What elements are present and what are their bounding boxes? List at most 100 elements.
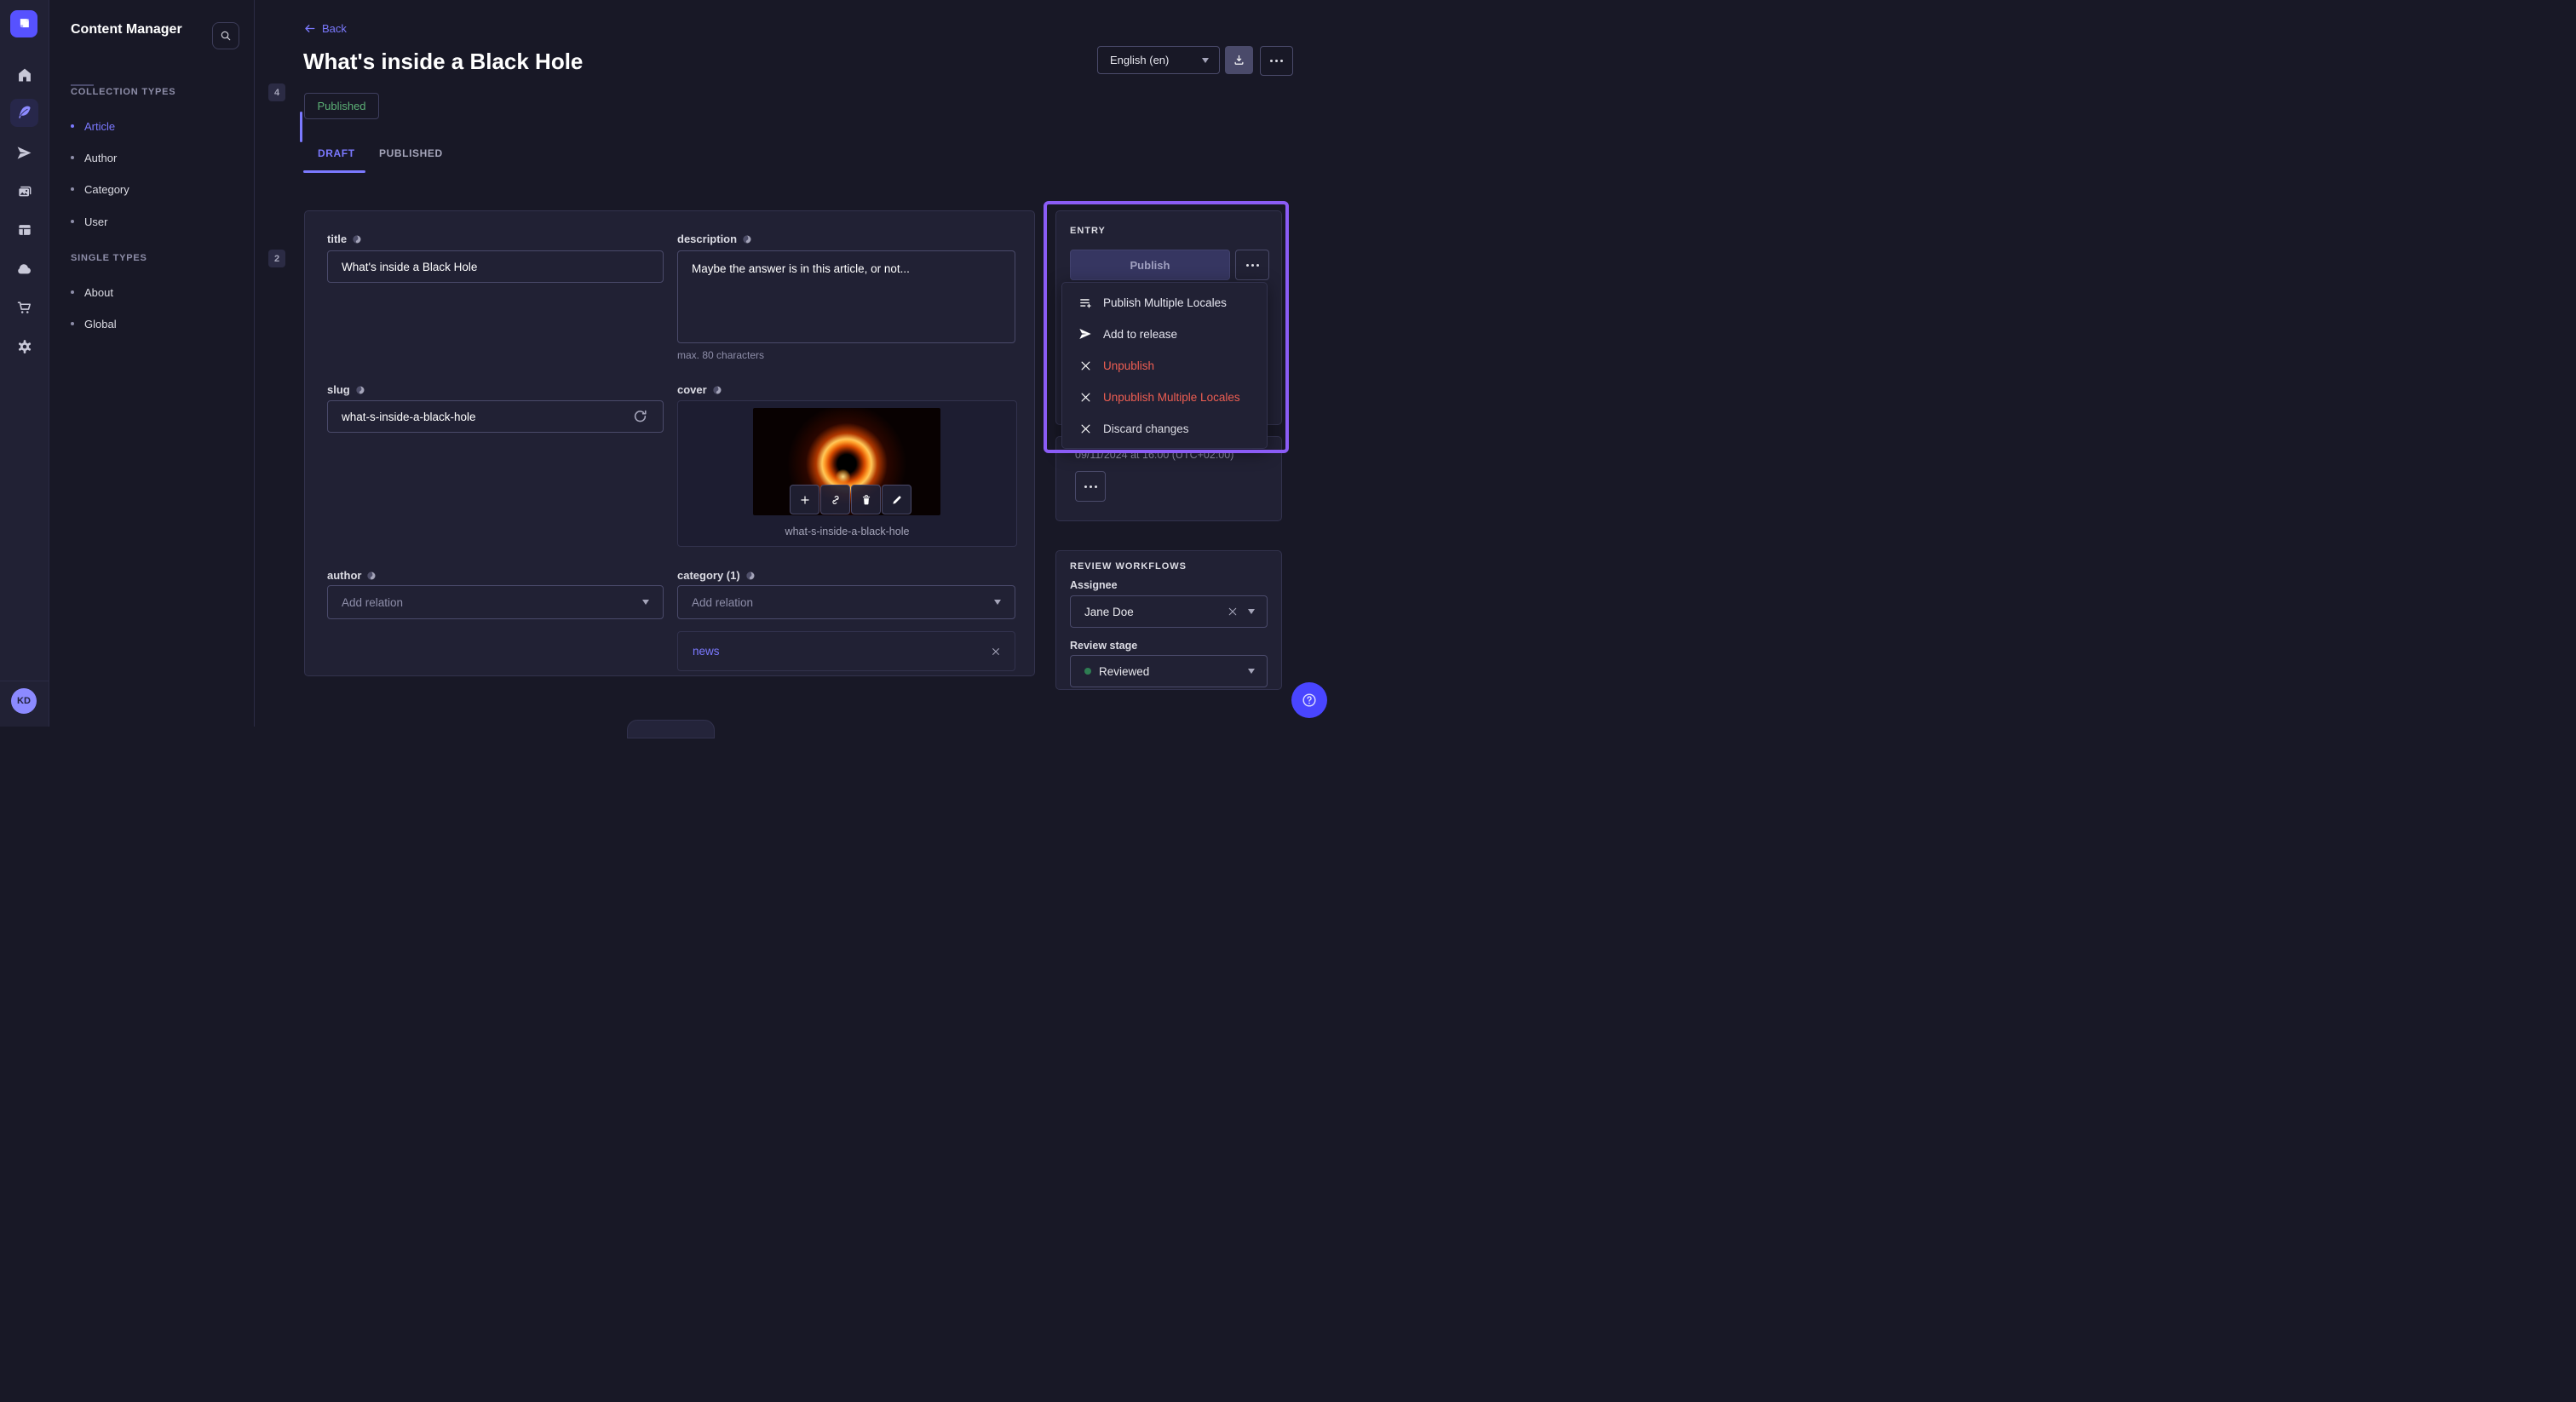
releases-icon[interactable] <box>0 138 49 167</box>
question-mark-icon <box>1301 692 1318 709</box>
author-relation-select[interactable]: Add relation <box>327 585 664 619</box>
x-icon <box>1078 421 1093 436</box>
regenerate-slug-button[interactable] <box>633 409 648 424</box>
content-manager-nav-active[interactable] <box>10 99 38 127</box>
release-date: 09/11/2024 at 16:00 (UTC+02:00) <box>1075 449 1233 461</box>
tab-published[interactable]: PUBLISHED <box>379 147 443 159</box>
menu-item-unpublish[interactable]: Unpublish <box>1062 350 1267 382</box>
content-type-builder-icon[interactable] <box>0 215 49 244</box>
category-field-label: category (1) <box>677 569 756 582</box>
edit-media-button[interactable] <box>882 485 911 514</box>
delete-media-button[interactable] <box>851 485 881 514</box>
user-avatar[interactable]: KD <box>11 688 37 714</box>
menu-item-discard-changes[interactable]: Discard changes <box>1062 413 1267 445</box>
publish-button[interactable]: Publish <box>1070 250 1230 280</box>
x-icon <box>1078 358 1093 373</box>
chevron-down-icon <box>642 600 649 605</box>
title-field-label: title <box>327 233 362 245</box>
floating-toolbar-pill[interactable] <box>627 720 715 738</box>
paper-plane-icon <box>1078 326 1093 342</box>
pencil-icon <box>891 494 903 506</box>
ellipsis-icon <box>1270 60 1283 62</box>
sidebar-item-global[interactable]: Global <box>71 314 238 333</box>
menu-item-add-to-release[interactable]: Add to release <box>1062 319 1267 350</box>
refresh-icon <box>633 409 647 423</box>
back-link[interactable]: Back <box>303 22 347 35</box>
page-title: What's inside a Black Hole <box>303 49 583 75</box>
relation-news-link[interactable]: news <box>693 645 720 658</box>
bullet-icon <box>71 187 74 191</box>
category-relation-select[interactable]: Add relation <box>677 585 1015 619</box>
trash-icon <box>860 494 872 506</box>
review-stage-select[interactable]: Reviewed <box>1070 655 1268 687</box>
bullet-icon <box>71 156 74 159</box>
bullet-icon <box>71 322 74 325</box>
collection-types-count: 4 <box>268 83 285 101</box>
sidebar-item-user[interactable]: User <box>71 212 238 231</box>
entry-more-button[interactable] <box>1235 250 1269 280</box>
sidebar-search-button[interactable] <box>212 22 239 49</box>
sidebar-item-article[interactable]: Article <box>71 117 238 135</box>
tab-draft[interactable]: DRAFT <box>318 147 355 159</box>
menu-item-publish-multiple-locales[interactable]: Publish Multiple Locales <box>1062 287 1267 319</box>
cover-actions <box>790 485 911 514</box>
settings-gear-icon[interactable] <box>0 332 49 361</box>
review-workflows-panel: REVIEW WORKFLOWS Assignee Jane Doe Revie… <box>1055 550 1282 690</box>
strapi-logo[interactable] <box>10 10 37 37</box>
sidebar-item-category[interactable]: Category <box>71 180 238 198</box>
download-button[interactable] <box>1225 46 1253 74</box>
copy-link-button[interactable] <box>820 485 850 514</box>
cover-field-label: cover <box>677 383 722 396</box>
assignee-label: Assignee <box>1070 579 1118 591</box>
description-field-label: description <box>677 233 752 245</box>
link-icon <box>830 494 842 506</box>
chevron-down-icon <box>1248 669 1255 674</box>
content-manager-sidebar: Content Manager COLLECTION TYPES 4 Artic… <box>49 0 255 727</box>
arrow-left-icon <box>303 22 316 35</box>
chevron-down-icon <box>1248 609 1255 614</box>
globe-icon <box>742 234 752 244</box>
menu-item-unpublish-multiple-locales[interactable]: Unpublish Multiple Locales <box>1062 382 1267 413</box>
globe-icon <box>745 571 756 581</box>
sidebar-item-about[interactable]: About <box>71 283 238 302</box>
header-more-button[interactable] <box>1260 46 1293 76</box>
chevron-down-icon <box>1202 58 1209 63</box>
search-icon <box>220 30 232 42</box>
section-single-types: SINGLE TYPES <box>71 253 147 263</box>
locale-select[interactable]: English (en) <box>1097 46 1220 74</box>
feather-icon <box>16 105 32 121</box>
category-relation-item: news <box>677 631 1015 671</box>
home-icon[interactable] <box>0 60 49 89</box>
strapi-content-manager: { "colors":{"accent":"#7b79ff","primary"… <box>0 0 1336 727</box>
stage-status-dot <box>1084 668 1091 675</box>
entry-panel-title: ENTRY <box>1070 226 1106 236</box>
cloud-icon[interactable] <box>0 255 49 284</box>
release-more-button[interactable] <box>1075 471 1106 502</box>
ellipsis-icon <box>1246 264 1259 267</box>
assignee-select[interactable]: Jane Doe <box>1070 595 1268 628</box>
active-item-indicator <box>300 112 302 142</box>
add-media-button[interactable] <box>790 485 819 514</box>
remove-relation-x-icon[interactable] <box>991 646 1001 657</box>
globe-icon <box>352 234 362 244</box>
bullet-icon <box>71 124 74 128</box>
clear-assignee-x-icon[interactable] <box>1228 606 1238 617</box>
help-button[interactable] <box>1291 682 1327 718</box>
description-helper: max. 80 characters <box>677 349 764 361</box>
edit-form-card: title description Maybe the answer is in… <box>304 210 1035 676</box>
bullet-icon <box>71 220 74 223</box>
status-badge: Published <box>304 93 379 119</box>
chevron-down-icon <box>994 600 1001 605</box>
description-textarea[interactable]: Maybe the answer is in this article, or … <box>677 250 1015 343</box>
media-library-icon[interactable] <box>0 177 49 206</box>
add-icon <box>799 494 811 506</box>
review-workflows-title: REVIEW WORKFLOWS <box>1070 561 1187 572</box>
marketplace-cart-icon[interactable] <box>0 293 49 322</box>
title-input[interactable] <box>327 250 664 283</box>
sidebar-title: Content Manager <box>71 22 182 37</box>
slug-input[interactable] <box>327 400 664 433</box>
sidebar-item-author[interactable]: Author <box>71 148 238 167</box>
active-tab-underline <box>303 170 365 173</box>
cover-media-card: what-s-inside-a-black-hole <box>677 400 1017 547</box>
download-icon <box>1233 54 1245 66</box>
